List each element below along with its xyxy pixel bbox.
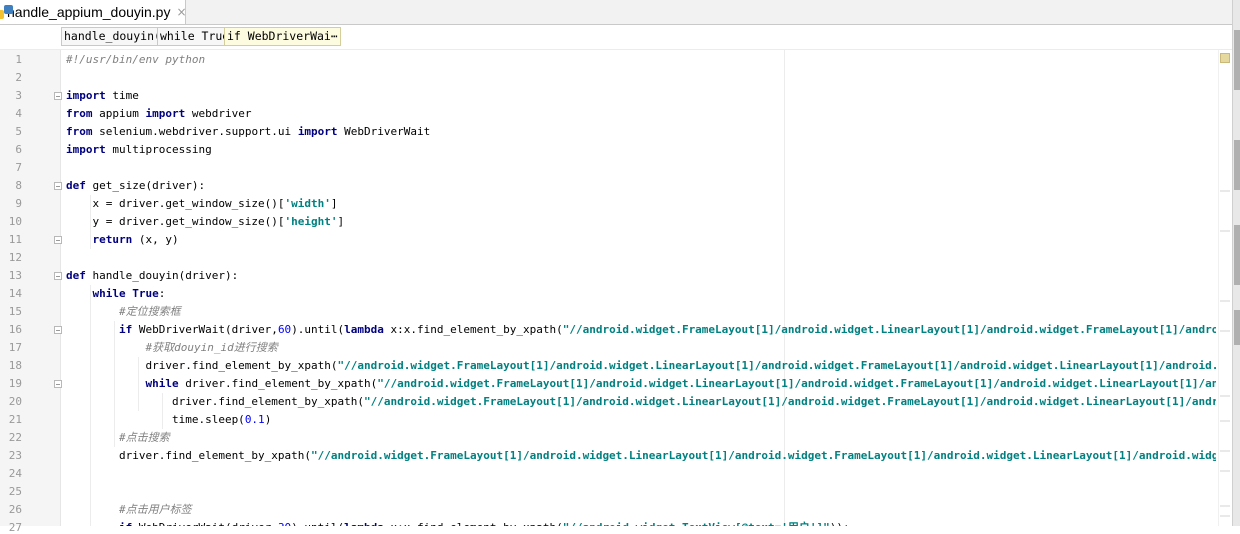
line-number: 1 bbox=[15, 53, 22, 66]
fold-marker-icon[interactable] bbox=[54, 272, 62, 280]
code-line[interactable]: #定位搜索框 bbox=[66, 303, 181, 321]
fold-marker-icon[interactable] bbox=[54, 380, 62, 388]
line-number: 5 bbox=[15, 125, 22, 138]
line-number: 27 bbox=[8, 521, 22, 534]
code-line[interactable]: import time bbox=[66, 87, 139, 105]
stripe-mark[interactable] bbox=[1220, 450, 1230, 452]
file-tab-title: handle_appium_douyin.py bbox=[7, 4, 171, 20]
line-number: 22 bbox=[8, 431, 22, 444]
line-number: 8 bbox=[15, 179, 22, 192]
stripe-mark[interactable] bbox=[1220, 505, 1230, 507]
line-number: 16 bbox=[8, 323, 22, 336]
indent-guide bbox=[138, 357, 139, 411]
code-line[interactable]: while driver.find_element_by_xpath("//an… bbox=[66, 375, 1216, 393]
indent-guide bbox=[162, 393, 163, 429]
indent-guide bbox=[90, 195, 91, 249]
fold-marker-icon[interactable] bbox=[54, 182, 62, 190]
line-number: 9 bbox=[15, 197, 22, 210]
code-line[interactable]: def handle_douyin(driver): bbox=[66, 267, 238, 285]
line-number: 17 bbox=[8, 341, 22, 354]
line-number: 18 bbox=[8, 359, 22, 372]
stripe-mark[interactable] bbox=[1220, 330, 1230, 332]
code-line[interactable]: driver.find_element_by_xpath("//android.… bbox=[66, 357, 1216, 375]
code-line[interactable]: driver.find_element_by_xpath("//android.… bbox=[66, 393, 1216, 411]
code-line[interactable]: if WebDriverWait(driver,30).until(lambda… bbox=[66, 519, 850, 526]
line-number: 12 bbox=[8, 251, 22, 264]
line-number: 2 bbox=[15, 71, 22, 84]
code-line[interactable]: import multiprocessing bbox=[66, 141, 212, 159]
code-line[interactable]: x = driver.get_window_size()['width'] bbox=[66, 195, 337, 213]
breadcrumb-item-function[interactable]: handle_douyin() bbox=[61, 27, 171, 46]
line-number: 3 bbox=[15, 89, 22, 102]
code-line[interactable]: if WebDriverWait(driver,60).until(lambda… bbox=[66, 321, 1216, 339]
breadcrumb: handle_douyin() while True if WebDriverW… bbox=[0, 25, 1232, 50]
stripe-mark[interactable] bbox=[1220, 420, 1230, 422]
line-number: 25 bbox=[8, 485, 22, 498]
code-line[interactable]: #点击用户标签 bbox=[66, 501, 192, 519]
breadcrumb-item-loop[interactable]: while True bbox=[157, 27, 233, 46]
line-number: 7 bbox=[15, 161, 22, 174]
stripe-mark[interactable] bbox=[1220, 190, 1230, 192]
line-number: 14 bbox=[8, 287, 22, 300]
warning-indicator-icon[interactable] bbox=[1220, 53, 1230, 63]
line-number: 11 bbox=[8, 233, 22, 246]
indent-guide bbox=[114, 321, 115, 447]
line-number: 10 bbox=[8, 215, 22, 228]
indent-guide bbox=[90, 285, 91, 526]
editor-tab-bar: handle_appium_douyin.py × bbox=[0, 0, 1232, 25]
line-number: 21 bbox=[8, 413, 22, 426]
code-line[interactable]: while True: bbox=[66, 285, 166, 303]
stripe-mark[interactable] bbox=[1220, 515, 1230, 517]
code-line[interactable]: #点击搜索 bbox=[66, 429, 170, 447]
tool-window-button[interactable] bbox=[1234, 310, 1240, 345]
tool-window-strip[interactable] bbox=[1232, 0, 1240, 526]
code-line[interactable]: #!/usr/bin/env python bbox=[66, 51, 205, 69]
tool-window-button[interactable] bbox=[1234, 225, 1240, 285]
fold-marker-icon[interactable] bbox=[54, 92, 62, 100]
code-line[interactable]: time.sleep(0.1) bbox=[66, 411, 271, 429]
tool-window-button[interactable] bbox=[1234, 30, 1240, 90]
line-number: 23 bbox=[8, 449, 22, 462]
stripe-mark[interactable] bbox=[1220, 470, 1230, 472]
line-number: 4 bbox=[15, 107, 22, 120]
error-stripe[interactable] bbox=[1218, 50, 1233, 526]
breadcrumb-item-condition[interactable]: if WebDriverWai⋯ bbox=[224, 27, 341, 46]
code-line[interactable]: return (x, y) bbox=[66, 231, 179, 249]
code-line[interactable]: y = driver.get_window_size()['height'] bbox=[66, 213, 344, 231]
stripe-mark[interactable] bbox=[1220, 230, 1230, 232]
tool-window-button[interactable] bbox=[1234, 140, 1240, 190]
stripe-mark[interactable] bbox=[1220, 300, 1230, 302]
code-line[interactable]: #获取douyin_id进行搜索 bbox=[66, 339, 277, 357]
code-line[interactable]: driver.find_element_by_xpath("//android.… bbox=[66, 447, 1216, 465]
code-line[interactable]: from selenium.webdriver.support.ui impor… bbox=[66, 123, 430, 141]
line-number: 20 bbox=[8, 395, 22, 408]
file-tab[interactable]: handle_appium_douyin.py × bbox=[0, 0, 187, 24]
fold-marker-icon[interactable] bbox=[54, 236, 62, 244]
line-number: 24 bbox=[8, 467, 22, 480]
line-number: 13 bbox=[8, 269, 22, 282]
close-icon[interactable]: × bbox=[176, 5, 186, 19]
code-line[interactable]: def get_size(driver): bbox=[66, 177, 205, 195]
line-number: 19 bbox=[8, 377, 22, 390]
line-number-gutter: 1 2 3 4 5 6 7 8 9 10 11 12 13 14 15 16 17 18 19 20 21 22 23 24 2… bbox=[0, 50, 62, 534]
line-number: 15 bbox=[8, 305, 22, 318]
code-editor[interactable]: #!/usr/bin/env python import time from app… bbox=[66, 50, 1216, 526]
stripe-mark[interactable] bbox=[1220, 395, 1230, 397]
code-line[interactable]: from appium import webdriver bbox=[66, 105, 251, 123]
line-number: 6 bbox=[15, 143, 22, 156]
fold-marker-icon[interactable] bbox=[54, 326, 62, 334]
line-number: 26 bbox=[8, 503, 22, 516]
